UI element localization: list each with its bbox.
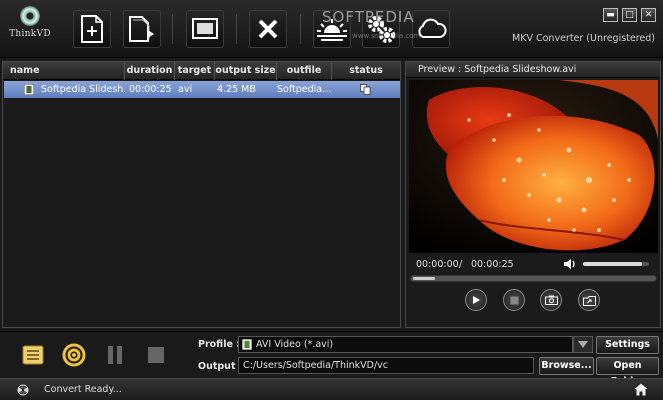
- film-icon: [24, 84, 34, 95]
- volume-level: [583, 262, 643, 266]
- status-bar: Convert Ready...: [0, 378, 663, 400]
- logo-text: ThinkVD: [9, 29, 51, 39]
- file-list[interactable]: name duration target output size outfile…: [2, 61, 401, 328]
- total-time: 00:00:25: [471, 259, 514, 270]
- add-folder-icon: [129, 16, 154, 42]
- stop-icon: [510, 296, 518, 304]
- convert-button[interactable]: [60, 341, 88, 369]
- add-file-button[interactable]: [73, 10, 111, 48]
- output-path-input[interactable]: C:/Users/Softpedia/ThinkVD/vc: [238, 357, 534, 374]
- profile-value: AVI Video (*.avi): [256, 339, 334, 350]
- stop-icon: [148, 347, 164, 363]
- current-time: 00:00:00: [416, 259, 459, 270]
- toolbar-divider: [236, 14, 237, 44]
- open-folder-button[interactable]: Open Folder: [596, 357, 659, 387]
- toolbar-divider: [172, 14, 173, 44]
- camera-icon: [544, 295, 558, 305]
- bottom-bar: Profile : AVI Video (*.avi) Settings >> …: [0, 331, 663, 387]
- profile-select[interactable]: AVI Video (*.avi): [238, 336, 573, 353]
- cell-target: avi: [178, 84, 193, 95]
- seek-bar[interactable]: [410, 275, 657, 282]
- column-header[interactable]: target: [175, 62, 215, 80]
- toolbar-divider: [300, 14, 301, 44]
- settings-profile-button[interactable]: Settings >>: [596, 336, 659, 366]
- chevron-down-icon: [578, 341, 588, 348]
- browse-button[interactable]: Browse...: [539, 357, 594, 375]
- output-label: Output :: [198, 361, 243, 372]
- home-icon[interactable]: [634, 383, 648, 396]
- watermark: SOFTPEDIA: [322, 8, 415, 26]
- radiation-icon: [17, 384, 29, 396]
- close-button[interactable]: ✕: [641, 8, 656, 22]
- add-folder-button[interactable]: [123, 10, 161, 48]
- volume-slider[interactable]: [583, 262, 649, 266]
- toolbar: ThinkVD SOFTPEDIA www.softpedia.com ▬ □ …: [0, 0, 663, 58]
- preview-window-button[interactable]: [186, 10, 224, 48]
- video-frame[interactable]: [409, 80, 658, 253]
- table-header: name duration target output size outfile…: [3, 62, 400, 80]
- stop-convert-button[interactable]: [142, 341, 170, 369]
- status-text: Convert Ready...: [44, 384, 122, 395]
- minimize-button[interactable]: ▬: [603, 8, 618, 22]
- open-snapshot-folder-button[interactable]: [578, 289, 600, 311]
- cell-name: Softpedia Slidesh...: [41, 84, 125, 95]
- add-file-icon: [81, 15, 103, 43]
- stop-button[interactable]: [503, 289, 525, 311]
- cell-outfile: Softpedia...: [277, 84, 331, 95]
- seek-handle[interactable]: [413, 277, 435, 280]
- column-header[interactable]: name: [3, 62, 125, 80]
- pause-icon: [108, 346, 122, 364]
- play-button[interactable]: [465, 289, 487, 311]
- column-header[interactable]: outfile: [277, 62, 332, 80]
- app-logo: ThinkVD: [8, 6, 52, 52]
- folder-arrow-icon: [582, 295, 596, 306]
- cell-duration: 00:00:25: [129, 84, 172, 95]
- disc-icon: [20, 6, 40, 26]
- play-icon: [473, 296, 480, 304]
- list-icon: [22, 345, 44, 365]
- column-header[interactable]: status: [332, 62, 400, 80]
- convert-icon: [62, 343, 86, 367]
- status-copy-icon: [360, 84, 371, 95]
- task-list-button[interactable]: [19, 341, 47, 369]
- time-separator: /: [459, 259, 463, 270]
- cloud-button[interactable]: [412, 10, 450, 48]
- tulip-image: [409, 80, 658, 253]
- window-icon: [192, 18, 218, 39]
- profile-dropdown-button[interactable]: [573, 336, 593, 353]
- preview-title: Preview : Softpedia Slideshow.avi: [406, 62, 660, 78]
- column-header[interactable]: duration: [125, 62, 175, 80]
- app-title: MKV Converter (Unregistered): [512, 33, 655, 44]
- table-row[interactable]: Softpedia Slidesh... 00:00:25 avi 4.25 M…: [4, 81, 400, 98]
- profile-label: Profile :: [198, 339, 241, 350]
- volume-icon[interactable]: [563, 258, 577, 270]
- watermark-url: www.softpedia.com: [352, 32, 421, 40]
- cell-output-size: 4.25 MB: [217, 84, 256, 95]
- preview-panel: Preview : Softpedia Slideshow.avi 00:00:…: [405, 61, 661, 328]
- snapshot-button[interactable]: [540, 289, 562, 311]
- pause-button[interactable]: [101, 341, 129, 369]
- film-icon: [242, 339, 252, 350]
- column-header[interactable]: output size: [215, 62, 277, 80]
- close-icon: [258, 19, 278, 39]
- maximize-button[interactable]: □: [622, 8, 637, 22]
- remove-button[interactable]: [249, 10, 287, 48]
